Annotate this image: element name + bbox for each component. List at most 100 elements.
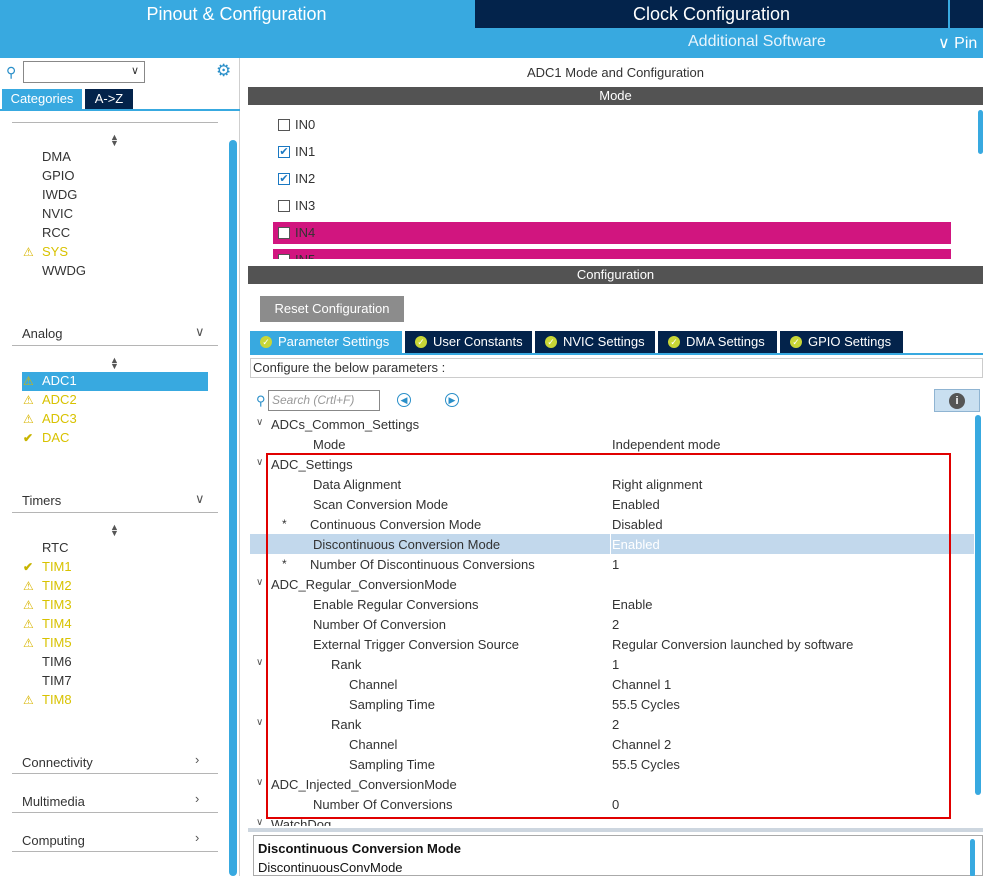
channel-checkbox[interactable]: ✔ <box>278 173 290 185</box>
chevron-right-icon[interactable]: › <box>195 830 199 845</box>
tab-label: User Constants <box>433 334 523 349</box>
sidebar-item-tim4[interactable]: TIM4 <box>42 616 72 631</box>
tab-a-to-z[interactable]: A->Z <box>85 89 133 109</box>
channel-checkbox[interactable] <box>278 119 290 131</box>
description-title: Discontinuous Conversion Mode <box>258 841 461 856</box>
mode-channel-row[interactable]: IN5 <box>273 249 951 259</box>
sidebar-item-dma[interactable]: DMA <box>42 149 71 164</box>
sidebar-item-tim2[interactable]: TIM2 <box>42 578 72 593</box>
tab-parameter-settings[interactable]: ✓ Parameter Settings <box>250 331 402 353</box>
sidebar-item-tim5[interactable]: TIM5 <box>42 635 72 650</box>
sidebar-item-nvic[interactable]: NVIC <box>42 206 73 221</box>
sort-icon[interactable]: ▲ ▼ <box>110 133 119 148</box>
pinout-view-menu[interactable]: ∨ Pin <box>938 33 977 53</box>
parameter-name: Mode <box>313 437 346 452</box>
category-sidebar: ⚲ ∨ ⚙ Categories A->Z ▲ ▼ DMA GPIO IWDG NVIC… <box>0 58 240 876</box>
tab-label: GPIO Settings <box>808 334 892 349</box>
sidebar-item-tim1[interactable]: TIM1 <box>42 559 72 574</box>
mode-channel-row[interactable]: IN4 <box>273 222 951 244</box>
search-icon: ⚲ <box>256 393 266 408</box>
sidebar-item-adc3[interactable]: ADC3 <box>42 411 77 426</box>
sidebar-item-iwdg[interactable]: IWDG <box>42 187 77 202</box>
channel-label: IN0 <box>295 117 316 132</box>
parameter-group-row[interactable]: ∨ ADCs_Common_Settings <box>250 414 974 434</box>
tab-overflow[interactable] <box>950 0 983 28</box>
sidebar-item-tim6[interactable]: TIM6 <box>42 654 72 669</box>
sidebar-item-rcc[interactable]: RCC <box>42 225 70 240</box>
sidebar-item-gpio[interactable]: GPIO <box>42 168 75 183</box>
mode-scrollbar[interactable] <box>978 110 983 154</box>
previous-match-icon[interactable]: ◀ <box>397 393 411 407</box>
mode-channel-row[interactable]: IN0 <box>273 114 951 136</box>
mode-channel-row[interactable]: IN3 <box>273 195 951 217</box>
chevron-down-icon[interactable]: ∨ <box>195 491 205 507</box>
sidebar-item-adc2[interactable]: ADC2 <box>42 392 77 407</box>
expand-chevron-icon[interactable]: ∨ <box>256 417 263 428</box>
info-button[interactable]: i <box>934 389 980 412</box>
sidebar-item-rtc[interactable]: RTC <box>42 540 68 555</box>
sidebar-item-tim7[interactable]: TIM7 <box>42 673 72 688</box>
expand-chevron-icon[interactable]: ∨ <box>256 817 263 826</box>
mode-channel-row[interactable]: ✔ IN1 <box>273 141 951 163</box>
channel-label: IN1 <box>295 144 316 159</box>
chevron-down-icon[interactable]: ∨ <box>131 64 139 77</box>
parameter-row[interactable]: Mode Independent mode <box>250 434 974 454</box>
category-multimedia[interactable]: Multimedia <box>22 794 85 809</box>
tab-categories[interactable]: Categories <box>2 89 82 109</box>
reset-configuration-button[interactable]: Reset Configuration <box>260 296 404 322</box>
check-circle-icon: ✓ <box>668 336 680 348</box>
expand-chevron-icon[interactable]: ∨ <box>256 457 263 468</box>
next-match-icon[interactable]: ▶ <box>445 393 459 407</box>
panel-splitter[interactable] <box>248 828 983 832</box>
tab-nvic-settings[interactable]: ✓ NVIC Settings <box>535 331 655 353</box>
checkmark-icon: ✔ <box>23 560 34 574</box>
expand-chevron-icon[interactable]: ∨ <box>256 717 263 728</box>
divider <box>12 773 218 774</box>
parameter-value[interactable]: Independent mode <box>612 437 720 452</box>
channel-checkbox[interactable] <box>278 254 290 259</box>
tab-clock-configuration[interactable]: Clock Configuration <box>475 0 948 28</box>
parameter-search-input[interactable]: Search (Crtl+F) <box>268 390 380 411</box>
chevron-right-icon[interactable]: › <box>195 791 199 806</box>
sidebar-item-sys[interactable]: SYS <box>42 244 68 259</box>
channel-checkbox[interactable] <box>278 200 290 212</box>
tab-user-constants[interactable]: ✓ User Constants <box>405 331 532 353</box>
expand-chevron-icon[interactable]: ∨ <box>256 577 263 588</box>
sort-icon[interactable]: ▲ ▼ <box>110 523 119 538</box>
category-computing[interactable]: Computing <box>22 833 85 848</box>
sidebar-item-wwdg[interactable]: WWDG <box>42 263 86 278</box>
mode-channel-row[interactable]: ✔ IN2 <box>273 168 951 190</box>
check-circle-icon: ✓ <box>415 336 427 348</box>
channel-checkbox[interactable]: ✔ <box>278 146 290 158</box>
additional-software-link[interactable]: Additional Software <box>688 33 826 51</box>
warning-icon: ⚠ <box>23 598 34 612</box>
sidebar-scrollbar[interactable] <box>229 140 237 876</box>
adc-configuration-panel: ADC1 Mode and Configuration Mode IN0 ✔ IN1… <box>248 58 983 876</box>
tab-underline <box>0 109 240 111</box>
sidebar-item-tim3[interactable]: TIM3 <box>42 597 72 612</box>
chevron-right-icon[interactable]: › <box>195 752 199 767</box>
tab-gpio-settings[interactable]: ✓ GPIO Settings <box>780 331 903 353</box>
check-circle-icon: ✓ <box>545 336 557 348</box>
category-search-combo[interactable]: ∨ <box>23 61 145 83</box>
divider <box>12 812 218 813</box>
warning-icon: ⚠ <box>23 393 34 407</box>
expand-chevron-icon[interactable]: ∨ <box>256 657 263 668</box>
description-scrollbar[interactable] <box>970 839 975 876</box>
sidebar-item-adc1[interactable]: ADC1 <box>42 373 77 388</box>
tab-pinout-configuration[interactable]: Pinout & Configuration <box>0 0 473 28</box>
chevron-down-icon[interactable]: ∨ <box>195 324 205 340</box>
category-connectivity[interactable]: Connectivity <box>22 755 93 770</box>
sidebar-item-tim8[interactable]: TIM8 <box>42 692 72 707</box>
parameter-scrollbar[interactable] <box>975 415 981 795</box>
sidebar-item-dac[interactable]: DAC <box>42 430 69 445</box>
tab-dma-settings[interactable]: ✓ DMA Settings <box>658 331 777 353</box>
sort-icon[interactable]: ▲ ▼ <box>110 356 119 371</box>
group-title-timers[interactable]: Timers <box>22 493 61 508</box>
checkmark-icon: ✔ <box>23 431 34 445</box>
channel-checkbox[interactable] <box>278 227 290 239</box>
gear-icon[interactable]: ⚙ <box>216 61 231 81</box>
expand-chevron-icon[interactable]: ∨ <box>256 777 263 788</box>
stm32cubemx-window: Pinout & Configuration Clock Configurati… <box>0 0 983 876</box>
group-title-analog[interactable]: Analog <box>22 326 62 341</box>
